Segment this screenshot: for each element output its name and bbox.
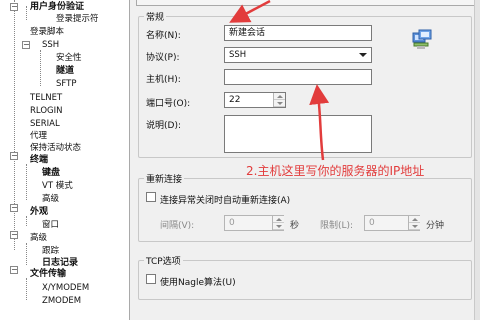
nagle-checkbox[interactable] [146, 274, 156, 284]
reconnect-group [138, 178, 472, 242]
limit-down-button[interactable] [409, 223, 420, 230]
interval-down-button[interactable] [273, 223, 284, 230]
name-label: 名称(N): [146, 31, 181, 41]
collapse-icon[interactable]: − [10, 204, 18, 212]
tree-item-rlogin[interactable]: RLOGIN [30, 106, 62, 118]
reconnect-group-title: 重新连接 [144, 172, 185, 185]
general-group-title: 常规 [144, 10, 167, 23]
tree-item-ssh[interactable]: SSH [42, 40, 59, 52]
limit-stepper[interactable] [408, 216, 420, 230]
tree-item-keyboard[interactable]: 键盘 [42, 168, 60, 180]
tree-item-login-script[interactable]: 登录脚本 [30, 27, 64, 39]
host-label: 主机(H): [146, 75, 181, 85]
collapse-icon[interactable]: − [10, 152, 18, 160]
tree-connector [26, 216, 27, 226]
tree-connector [14, 0, 15, 250]
vertical-scrollbar[interactable] [474, 0, 480, 320]
annotation-text: 2.主机这里写你的服务器的IP地址 [246, 164, 425, 178]
tcp-options-title: TCP选项 [144, 254, 183, 267]
description-label: 说明(D): [146, 121, 181, 131]
interval-up-button[interactable] [273, 216, 284, 223]
tree-item-login-prompt[interactable]: 登录提示符 [56, 14, 99, 26]
session-properties-pane: 常规 名称(N): 新建会话 协议(P): SSH 主机(H): 端口号(O):… [130, 0, 480, 320]
limit-unit: 分钟 [426, 221, 445, 231]
tree-item-tunnel[interactable]: 隧道 [56, 66, 74, 78]
tree-item-user-auth[interactable]: 用户身份验证 [30, 2, 84, 14]
tree-connector [26, 6, 27, 20]
interval-value: 0 [229, 218, 235, 228]
arrow-up-icon [276, 218, 282, 221]
session-category-tree: − − − − − − 用户身份验证 登录提示符 登录脚本 SSH 安全性 隧道… [0, 0, 130, 320]
tree-connector [26, 278, 27, 300]
tree-item-xymodem[interactable]: X/YMODEM [42, 283, 89, 295]
protocol-label: 协议(P): [146, 53, 180, 63]
collapse-icon[interactable]: − [22, 41, 30, 49]
tree-item-keepalive[interactable]: 保持活动状态 [30, 143, 81, 155]
tree-item-window[interactable]: 窗口 [42, 220, 59, 232]
tree-connector [26, 243, 27, 265]
limit-label: 限制(L): [320, 221, 354, 231]
limit-value: 0 [369, 218, 375, 228]
port-label: 端口号(O): [146, 99, 191, 109]
tree-item-serial[interactable]: SERIAL [30, 119, 60, 131]
tree-item-vt-mode[interactable]: VT 模式 [42, 181, 73, 193]
interval-label: 间隔(V): [160, 221, 195, 231]
tree-item-zmodem[interactable]: ZMODEM [42, 296, 81, 308]
arrow-up-icon [412, 218, 418, 221]
tree-item-terminal[interactable]: 终端 [30, 155, 48, 167]
tree-item-sftp[interactable]: SFTP [56, 79, 76, 91]
tree-item-file-transfer[interactable]: 文件传输 [30, 269, 66, 281]
interval-stepper[interactable] [272, 216, 284, 230]
interval-unit: 秒 [290, 221, 300, 231]
tree-item-trace[interactable]: 跟踪 [42, 246, 59, 258]
tree-connector [40, 50, 41, 86]
tree-item-proxy[interactable]: 代理 [30, 131, 47, 143]
collapse-icon[interactable]: − [10, 266, 18, 274]
collapse-icon[interactable]: − [10, 231, 18, 239]
collapse-icon[interactable]: − [10, 3, 18, 11]
arrow-down-icon [276, 225, 282, 228]
limit-up-button[interactable] [409, 216, 420, 223]
auto-reconnect-checkbox[interactable] [146, 192, 156, 202]
tree-item-security[interactable]: 安全性 [56, 53, 82, 65]
annotation-arrow [220, 0, 430, 175]
nagle-label: 使用Nagle算法(U) [160, 278, 236, 288]
auto-reconnect-label: 连接异常关闭时自动重新连接(A) [160, 196, 291, 206]
tree-item-terminal-advanced[interactable]: 高级 [42, 194, 59, 206]
tree-connector [26, 164, 27, 200]
tree-item-advanced[interactable]: 高级 [30, 233, 47, 245]
tree-item-appearance[interactable]: 外观 [30, 207, 48, 219]
arrow-down-icon [412, 225, 418, 228]
tree-item-telnet[interactable]: TELNET [30, 93, 62, 105]
